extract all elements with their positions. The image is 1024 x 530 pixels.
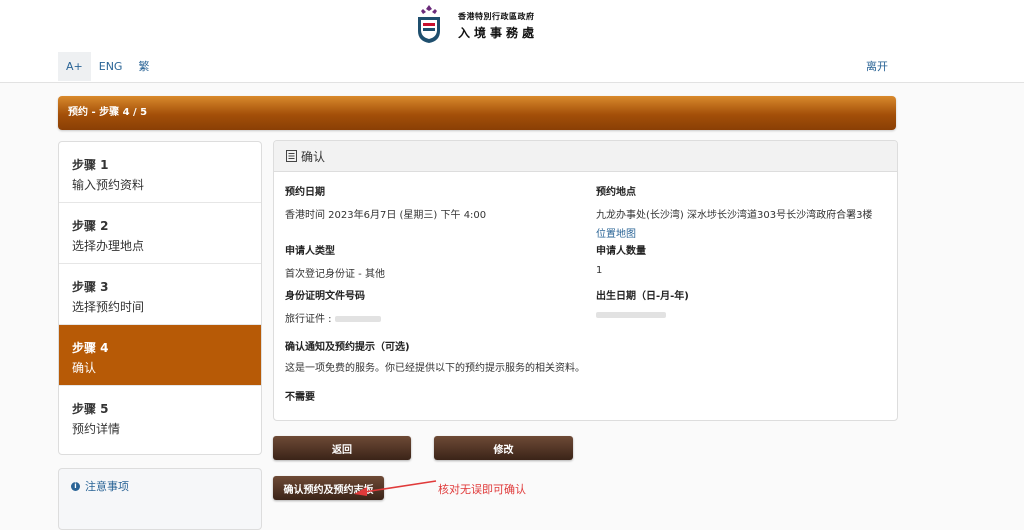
step-label: 输入预约资料 [72, 178, 145, 192]
logo[interactable]: 香港特別行政區政府 入境事務處 [414, 3, 538, 45]
date-of-birth-value [596, 310, 689, 321]
step-label: 预约详情 [72, 422, 121, 436]
step-item-4-active: 步骤 4 确认 [59, 325, 261, 386]
language-traditional-button[interactable]: 繁 [130, 52, 157, 81]
step-item-2: 步骤 2 选择办理地点 [59, 203, 261, 264]
masked-date-of-birth [596, 312, 666, 318]
step-banner: 预约 - 步骤 4 / 5 [58, 96, 896, 130]
reminder-value: 不需要 [285, 392, 315, 403]
modify-button[interactable]: 修改 [434, 436, 573, 460]
step-number: 步骤 1 [72, 158, 109, 172]
applicant-count-value: 1 [596, 265, 603, 276]
applicant-type-label: 申请人类型 [285, 246, 335, 257]
back-button[interactable]: 返回 [273, 436, 411, 460]
notes-panel: i 注意事项 [58, 468, 262, 530]
step-list: 步骤 1 输入预约资料 步骤 2 选择办理地点 步骤 3 选择预约时间 步骤 4… [58, 141, 262, 455]
step-label: 确认 [72, 361, 97, 375]
logo-line2: 入境事務處 [458, 26, 539, 40]
step-item-3: 步骤 3 选择预约时间 [59, 264, 261, 325]
appointment-date-label: 预约日期 [285, 187, 325, 198]
notes-link[interactable]: i 注意事项 [71, 478, 129, 494]
location-map-link[interactable]: 位置地图 [596, 225, 872, 240]
language-eng-button[interactable]: ENG [91, 52, 131, 81]
step-label: 选择办理地点 [72, 239, 145, 253]
date-of-birth-label: 出生日期（日-月-年) [596, 291, 689, 302]
step-item-1: 步骤 1 输入预约资料 [59, 142, 261, 203]
reminder-field: 确认通知及预约提示（可选) 这是一项免费的服务。你已经提供以下的预约提示服务的相… [285, 338, 885, 403]
id-document-field: 身份证明文件号码 旅行证件 : [285, 287, 381, 325]
reminder-description: 这是一项免费的服务。你已经提供以下的预约提示服务的相关资料。 [285, 363, 585, 374]
annotation-text: 核对无误即可确认 [438, 483, 526, 496]
step-label: 选择预约时间 [72, 300, 145, 314]
info-icon: i [71, 481, 80, 491]
id-document-type: 旅行证件 : [285, 314, 332, 325]
step-number: 步骤 2 [72, 219, 109, 233]
confirm-panel-title: 确认 [301, 149, 326, 164]
immigration-emblem-icon [418, 5, 440, 43]
logout-link[interactable]: 离开 [866, 52, 888, 81]
step-item-5: 步骤 5 预约详情 [59, 386, 261, 447]
date-of-birth-field: 出生日期（日-月-年) [596, 287, 689, 321]
font-size-button[interactable]: A+ [58, 52, 91, 81]
masked-id-number [334, 316, 381, 322]
applicant-count-field: 申请人数量 1 [596, 242, 646, 276]
step-number: 步骤 3 [72, 280, 109, 294]
annotation-arrow-icon [354, 480, 437, 496]
applicant-count-label: 申请人数量 [596, 246, 646, 257]
step-number: 步骤 4 [72, 341, 109, 355]
step-banner-text: 预约 - 步骤 4 / 5 [68, 107, 148, 118]
reminder-label: 确认通知及预约提示（可选) [285, 342, 410, 353]
notes-link-label: 注意事项 [85, 480, 129, 493]
page-header: 香港特別行政區政府 入境事務處 A+ ENG 繁 离开 [0, 0, 1024, 83]
document-icon [286, 150, 297, 162]
appointment-location-field: 预约地点 九龙办事处(长沙湾) 深水埗长沙湾道303号长沙湾政府合署3楼 位置地… [596, 183, 872, 240]
step-number: 步骤 5 [72, 402, 109, 416]
logo-text: 香港特別行政區政府 入境事務處 [458, 11, 538, 41]
confirm-panel: 确认 预约日期 香港时间 2023年6月7日 (星期三) 下午 4:00 预约地… [273, 140, 898, 421]
header-nav: A+ ENG 繁 [58, 52, 157, 81]
applicant-type-value: 首次登记身份证 - 其他 [285, 269, 385, 280]
confirm-panel-header: 确认 [274, 141, 897, 172]
appointment-location-value: 九龙办事处(长沙湾) 深水埗长沙湾道303号长沙湾政府合署3楼 [596, 210, 873, 221]
appointment-date-value: 香港时间 2023年6月7日 (星期三) 下午 4:00 [285, 210, 487, 221]
logo-line1: 香港特別行政區政府 [458, 12, 535, 21]
applicant-type-field: 申请人类型 首次登记身份证 - 其他 [285, 242, 385, 280]
id-document-label: 身份证明文件号码 [285, 291, 365, 302]
appointment-location-label: 预约地点 [596, 187, 636, 198]
appointment-date-field: 预约日期 香港时间 2023年6月7日 (星期三) 下午 4:00 [285, 183, 486, 221]
id-document-value: 旅行证件 : [285, 310, 381, 325]
